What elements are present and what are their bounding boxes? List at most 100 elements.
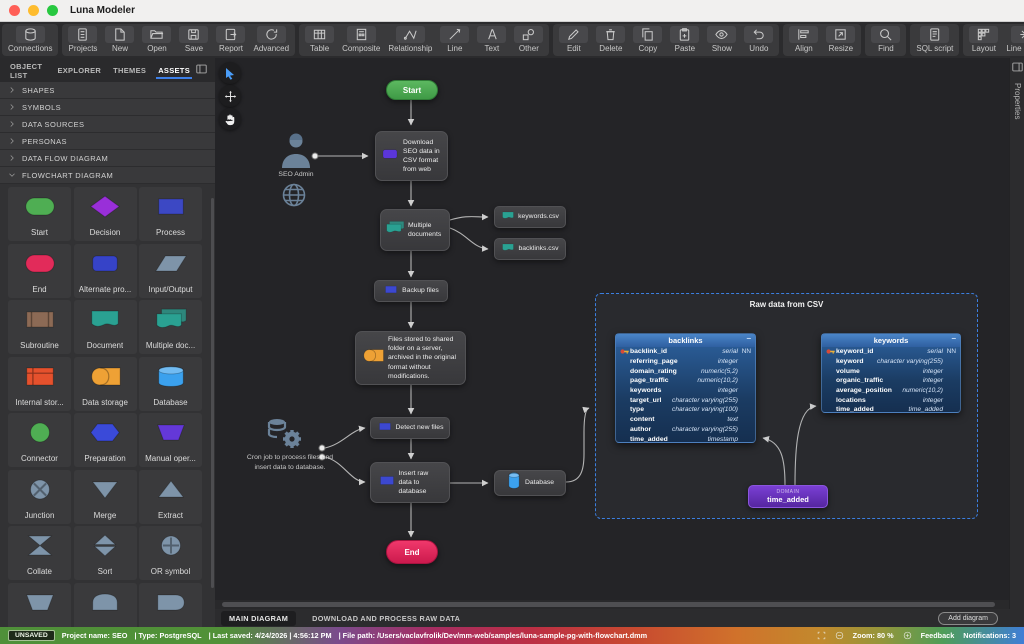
- shape-or-symbol[interactable]: OR symbol: [139, 526, 202, 580]
- show-button[interactable]: Show: [704, 26, 739, 53]
- shape-rounded-top[interactable]: [74, 583, 137, 628]
- zoom-in-button[interactable]: [903, 631, 912, 640]
- shape-data-storage[interactable]: Data storage: [74, 357, 137, 411]
- open-button[interactable]: Open: [139, 26, 174, 53]
- column-row-average_position[interactable]: average_positionnumeric(10,2): [822, 386, 960, 396]
- column-row-volume[interactable]: volumeinteger: [822, 366, 960, 376]
- flow-node-insert-raw-data[interactable]: Insert raw data to database: [370, 462, 450, 503]
- shape-decision[interactable]: Decision: [74, 187, 137, 241]
- tab-main-diagram[interactable]: MAIN DIAGRAM: [221, 611, 296, 626]
- canvas-horizontal-scrollbar[interactable]: [215, 600, 1009, 609]
- sidebar-tab-explorer[interactable]: EXPLORER: [51, 61, 107, 79]
- projects-button[interactable]: Projects: [65, 26, 100, 53]
- shape-collate[interactable]: Collate: [8, 526, 71, 580]
- flow-node-files-stored[interactable]: Files stored to shared folder on a serve…: [355, 331, 466, 385]
- sidebar-tab-object-list[interactable]: OBJECT LIST: [4, 58, 51, 84]
- delete-button[interactable]: Delete: [593, 26, 628, 53]
- column-row-locations[interactable]: locationsinteger: [822, 395, 960, 405]
- section-personas[interactable]: PERSONAS: [0, 133, 215, 150]
- shape-process[interactable]: Process: [139, 187, 202, 241]
- table-keywords[interactable]: keywords−keyword_idserialNNkeywordcharac…: [821, 333, 961, 413]
- flow-node-start[interactable]: Start: [386, 80, 438, 100]
- persona-seo-admin[interactable]: [279, 131, 313, 174]
- move-tool-button[interactable]: [219, 85, 241, 107]
- find-button[interactable]: Find: [868, 26, 903, 53]
- shape-trapezoid[interactable]: [8, 583, 71, 628]
- shape-subroutine[interactable]: Subroutine: [8, 300, 71, 354]
- table-button[interactable]: Table: [302, 26, 337, 53]
- shape-connector[interactable]: Connector: [8, 413, 71, 467]
- collapse-table-icon[interactable]: −: [951, 334, 956, 343]
- zoom-out-button[interactable]: [835, 631, 844, 640]
- shape-multiple-doc[interactable]: Multiple doc...: [139, 300, 202, 354]
- collapse-table-icon[interactable]: −: [746, 334, 751, 343]
- shape-document[interactable]: Document: [74, 300, 137, 354]
- sql-button[interactable]: SQL script: [913, 26, 956, 53]
- select-tool-button[interactable]: [219, 62, 241, 84]
- text-button[interactable]: Text: [474, 26, 509, 53]
- shape-junction[interactable]: Junction: [8, 470, 71, 524]
- section-flowchart-diagram[interactable]: FLOWCHART DIAGRAM: [0, 167, 215, 184]
- sidebar-scrollbar[interactable]: [211, 198, 214, 588]
- column-row-referring_page[interactable]: referring_pageinteger: [616, 357, 755, 367]
- sidebar-tab-assets[interactable]: ASSETS: [152, 61, 196, 79]
- align-button[interactable]: Align: [786, 26, 821, 53]
- section-data-sources[interactable]: DATA SOURCES: [0, 116, 215, 133]
- flow-node-detect-new-files[interactable]: Detect new files: [370, 417, 450, 439]
- advanced-button[interactable]: Advanced: [250, 26, 292, 53]
- diagram-canvas[interactable]: Start SEO Admin Download SEO data in CSV…: [215, 58, 1009, 600]
- save-button[interactable]: Save: [176, 26, 211, 53]
- close-window-button[interactable]: [9, 5, 20, 16]
- flow-node-end[interactable]: End: [386, 540, 438, 564]
- shape-start[interactable]: Start: [8, 187, 71, 241]
- table-header-keywords[interactable]: keywords−: [822, 334, 960, 347]
- linemode-button[interactable]: Line mode: [1003, 26, 1024, 53]
- column-row-organic_traffic[interactable]: organic_trafficinteger: [822, 376, 960, 386]
- column-row-target_url[interactable]: target_urlcharacter varying(255): [616, 395, 755, 405]
- line-button[interactable]: Line: [437, 26, 472, 53]
- flow-node-download[interactable]: Download SEO data in CSV format from web: [375, 131, 448, 181]
- minimize-window-button[interactable]: [28, 5, 39, 16]
- column-row-page_traffic[interactable]: page_trafficnumeric(10,2): [616, 376, 755, 386]
- shape-database[interactable]: Database: [139, 357, 202, 411]
- flow-node-multiple-documents[interactable]: Multiple documents: [380, 209, 450, 251]
- globe-icon[interactable]: [281, 182, 307, 213]
- column-row-keywords[interactable]: keywordsinteger: [616, 386, 755, 396]
- section-data-flow-diagram[interactable]: DATA FLOW DIAGRAM: [0, 150, 215, 167]
- fullscreen-icon[interactable]: [817, 631, 826, 640]
- column-row-time_added[interactable]: time_addedtimestamp: [616, 434, 755, 443]
- column-row-keyword[interactable]: keywordcharacter varying(255): [822, 357, 960, 367]
- column-row-author[interactable]: authorcharacter varying(255): [616, 425, 755, 435]
- maximize-window-button[interactable]: [47, 5, 58, 16]
- flow-node-database[interactable]: Database: [494, 470, 566, 496]
- column-row-keyword_id[interactable]: keyword_idserialNN: [822, 347, 960, 357]
- copy-button[interactable]: Copy: [630, 26, 665, 53]
- relationship-button[interactable]: Relationship: [385, 26, 435, 53]
- section-shapes[interactable]: SHAPES: [0, 82, 215, 99]
- composite-button[interactable]: Composite: [339, 26, 383, 53]
- shape-manual-oper[interactable]: Manual oper...: [139, 413, 202, 467]
- cron-job-icon[interactable]: [265, 416, 305, 457]
- shape-internal-stor[interactable]: Internal stor...: [8, 357, 71, 411]
- shape-end[interactable]: End: [8, 244, 71, 298]
- table-header-backlinks[interactable]: backlinks−: [616, 334, 755, 347]
- scrollbar-thumb[interactable]: [222, 602, 995, 607]
- tab-download-and-process-raw-data[interactable]: DOWNLOAD AND PROCESS RAW DATA: [304, 611, 468, 626]
- resize-button[interactable]: Resize: [823, 26, 858, 53]
- layout-button[interactable]: Layout: [966, 26, 1001, 53]
- column-row-content[interactable]: contenttext: [616, 415, 755, 425]
- shape-input-output[interactable]: Input/Output: [139, 244, 202, 298]
- shape-delay[interactable]: [139, 583, 202, 628]
- flow-node-backup-files[interactable]: Backup files: [374, 280, 448, 302]
- shape-merge[interactable]: Merge: [74, 470, 137, 524]
- flow-node-keywords-csv[interactable]: keywords.csv: [494, 206, 566, 228]
- shape-preparation[interactable]: Preparation: [74, 413, 137, 467]
- table-backlinks[interactable]: backlinks−backlink_idserialNNreferring_p…: [615, 333, 756, 443]
- add-diagram-button[interactable]: Add diagram: [938, 612, 998, 625]
- column-row-time_added[interactable]: time_addedtime_added: [822, 405, 960, 413]
- feedback-link[interactable]: Feedback: [921, 631, 955, 640]
- flow-node-backlinks-csv[interactable]: backlinks.csv: [494, 238, 566, 260]
- pan-tool-button[interactable]: [219, 108, 241, 130]
- sidebar-tab-themes[interactable]: THEMES: [107, 61, 152, 79]
- column-row-backlink_id[interactable]: backlink_idserialNN: [616, 347, 755, 357]
